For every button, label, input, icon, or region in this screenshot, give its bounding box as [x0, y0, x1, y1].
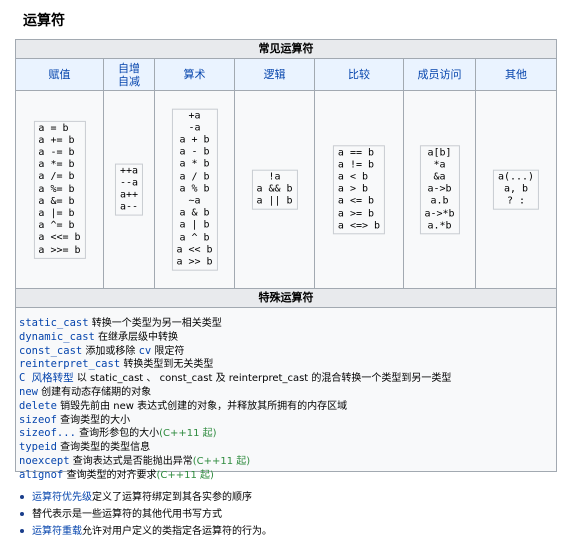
cv-link[interactable]: cv	[139, 345, 152, 357]
operators-table: 常见运算符 赋值 a = b a += b a -= b a *= b a /= …	[15, 39, 557, 481]
operator-list: a = b a += b a -= b a *= b a /= b a %= b…	[33, 120, 86, 259]
operator-description: 添加或移除	[82, 345, 139, 357]
version-badge: (C++11 起)	[192, 455, 251, 467]
operator-link[interactable]: dynamic_cast	[19, 331, 95, 343]
operator-description: 转换一个类型为另一相关类型	[88, 318, 222, 329]
operator-link[interactable]: alignof	[19, 469, 63, 481]
special-operator-row: typeid 查询类型的类型信息	[19, 441, 451, 455]
column-header-link[interactable]: 赋值	[16, 59, 103, 91]
operator-list: a(...) a, b ? :	[492, 169, 540, 210]
operator-link[interactable]: new	[19, 386, 38, 398]
special-operator-row: const_cast 添加或移除 cv 限定符	[19, 345, 451, 359]
bullet-icon	[20, 495, 24, 499]
operator-link[interactable]: noexcept	[19, 455, 70, 467]
common-operators-header: 常见运算符	[16, 40, 556, 59]
special-operator-row: C 风格转型 以 static_cast 、 const_cast 及 rein…	[19, 372, 451, 386]
note-item: 替代表示是一些运算符的其他代用书写方式	[20, 506, 272, 523]
operator-description: 在继承层级中转换	[94, 331, 179, 343]
operator-list: ++a --a a++ a--	[114, 163, 144, 216]
operator-link[interactable]: delete	[19, 400, 57, 412]
special-operator-row: dynamic_cast 在继承层级中转换	[19, 331, 451, 345]
column-header-link[interactable]: 自增 自减	[104, 59, 154, 91]
operator-link[interactable]: const_cast	[19, 345, 82, 357]
operator-list: +a -a a + b a - b a * b a / b a % b ~a a…	[171, 108, 218, 271]
column-header-link[interactable]: 比较	[315, 59, 403, 91]
column-header-link[interactable]: 成员访问	[404, 59, 475, 91]
page-title: 运算符	[23, 13, 65, 29]
operator-link[interactable]: C 风格转型	[19, 372, 74, 384]
special-operator-row: noexcept 查询表达式是否能抛出异常(C++11 起)	[19, 455, 451, 469]
note-item: 运算符重载允许对用户定义的类指定各运算符的行为。	[20, 523, 272, 540]
operator-description: 销毁先前由 new 表达式创建的对象，并释放其所拥有的内存区域	[56, 400, 348, 412]
special-operator-row: new 创建有动态存储期的对象	[19, 386, 451, 400]
note-item: 运算符优先级定义了运算符绑定到其各实参的顺序	[20, 489, 272, 506]
operator-link[interactable]: typeid	[19, 441, 57, 453]
operator-link[interactable]: sizeof	[19, 414, 57, 426]
column-header-link[interactable]: 逻辑	[235, 59, 314, 91]
special-operator-row: delete 销毁先前由 new 表达式创建的对象，并释放其所拥有的内存区域	[19, 400, 451, 414]
special-operator-row: sizeof... 查询形参包的大小(C++11 起)	[19, 427, 451, 441]
note-link[interactable]: 运算符优先级	[32, 492, 92, 503]
operator-description: 查询表达式是否能抛出异常	[69, 455, 193, 467]
special-operators-header: 特殊运算符	[16, 288, 556, 308]
special-operator-row: reinterpret_cast 转换类型到无关类型	[19, 358, 451, 372]
operator-description: 查询类型的大小	[56, 414, 131, 426]
special-operator-row: sizeof 查询类型的大小	[19, 414, 451, 428]
operator-description-tail: 限定符	[151, 345, 185, 357]
note-text: 允许对用户定义的类指定各运算符的行为。	[82, 526, 272, 537]
operator-description: 查询类型的对齐要求	[63, 469, 157, 481]
notes-list: 运算符优先级定义了运算符绑定到其各实参的顺序替代表示是一些运算符的其他代用书写方…	[20, 489, 272, 540]
operator-link[interactable]: static_cast	[19, 317, 89, 329]
operator-description: 查询类型的类型信息	[56, 442, 151, 454]
operator-column: 逻辑 !a a && b a || b	[235, 59, 315, 288]
operator-description: 转换类型到无关类型	[120, 359, 214, 371]
column-header-link[interactable]: 算术	[155, 59, 234, 91]
version-badge: (C++11 起)	[159, 428, 217, 440]
operator-column: 成员访问 a[b] *a &a a->b a.b a->*b a.*b	[404, 59, 476, 288]
bullet-icon	[20, 529, 24, 533]
operator-column: 赋值 a = b a += b a -= b a *= b a /= b a %=…	[16, 59, 104, 288]
operator-description: 以 static_cast 、 const_cast 及 reinterpret…	[73, 373, 452, 385]
note-link[interactable]: 运算符重载	[32, 526, 82, 537]
operator-description: 查询形参包的大小	[75, 428, 160, 440]
bullet-icon	[20, 512, 24, 516]
special-operator-row: static_cast 转换一个类型为另一相关类型	[19, 317, 451, 331]
operator-list: a == b a != b a < b a > b a <= b a >= b …	[332, 144, 386, 235]
special-operator-row: alignof 查询类型的对齐要求(C++11 起)	[19, 469, 451, 483]
operator-link[interactable]: reinterpret_cast	[19, 358, 120, 370]
operator-list: !a a && b a || b	[251, 169, 298, 210]
operator-description: 创建有动态存储期的对象	[37, 386, 152, 398]
operator-column: 比较 a == b a != b a < b a > b a <= b a >= …	[315, 59, 404, 288]
operator-link[interactable]: sizeof...	[19, 427, 76, 439]
operator-column: 其他 a(...) a, b ? :	[476, 59, 556, 288]
note-text: 定义了运算符绑定到其各实参的顺序	[92, 492, 252, 503]
operator-column: 自增 自减 ++a --a a++ a--	[104, 59, 155, 288]
operator-list: a[b] *a &a a->b a.b a->*b a.*b	[419, 144, 460, 235]
note-text: 替代表示是一些运算符的其他代用书写方式	[32, 509, 222, 520]
special-operators-list: static_cast 转换一个类型为另一相关类型 dynamic_cast 在继…	[19, 317, 451, 483]
operator-column: 算术 +a -a a + b a - b a * b a / b a % b ~a…	[155, 59, 235, 288]
column-header-link[interactable]: 其他	[476, 59, 556, 91]
version-badge: (C++11 起)	[156, 469, 214, 481]
